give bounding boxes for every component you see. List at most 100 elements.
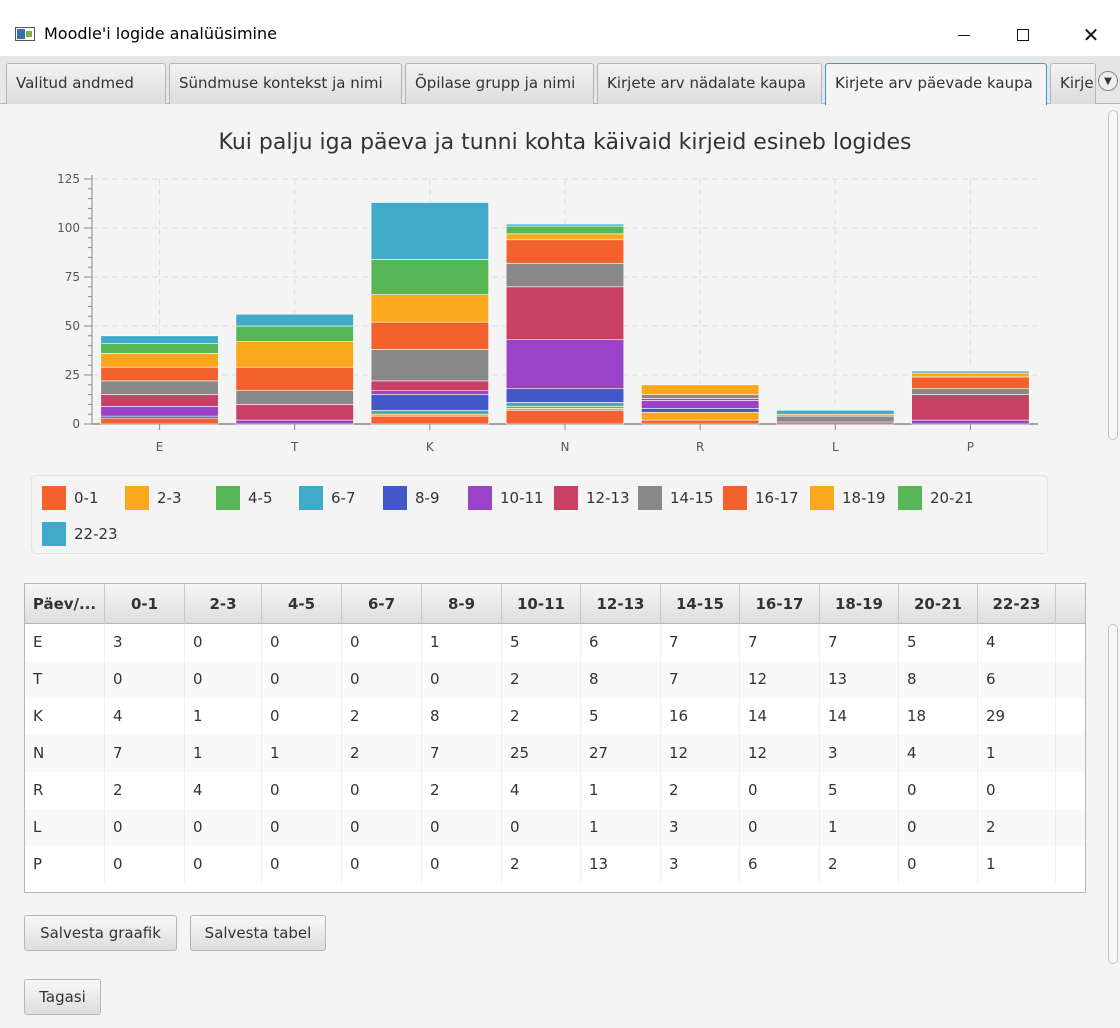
x-tick-label: K — [426, 440, 435, 454]
vertical-scrollbar[interactable] — [1106, 104, 1120, 1028]
column-header[interactable]: Päev/... — [25, 584, 105, 624]
column-header[interactable]: 14-15 — [661, 584, 740, 624]
column-header[interactable]: 18-19 — [820, 584, 899, 624]
tab-overflow-button[interactable]: ▼ — [1098, 71, 1118, 91]
table-cell: 0 — [740, 772, 820, 809]
column-header[interactable]: 20-21 — [899, 584, 978, 624]
scrollbar-thumb-lower[interactable] — [1108, 624, 1118, 964]
table-row[interactable]: P 0 0 0 0 0 2 13 3 6 2 0 1 — [25, 846, 1085, 883]
window-title: Moodle'i logide analüüsimine — [44, 24, 277, 43]
table-cell: 0 — [185, 809, 262, 846]
bar-segment — [100, 343, 219, 354]
legend-label: 10-11 — [500, 489, 544, 507]
table-row[interactable]: K 4 1 0 2 8 2 5 16 14 14 18 29 — [25, 698, 1085, 735]
legend-swatch — [638, 486, 662, 510]
bar-segment — [641, 408, 760, 413]
bar-segment — [100, 394, 219, 407]
column-header[interactable]: 4-5 — [262, 584, 342, 624]
y-tick-label: 75 — [65, 270, 80, 284]
bar-segment — [911, 372, 1030, 378]
bar-segment — [235, 404, 354, 421]
bar-segment — [370, 409, 489, 415]
table-cell: 2 — [422, 772, 502, 809]
bar-segment — [641, 384, 760, 395]
column-header[interactable]: 8-9 — [422, 584, 502, 624]
bar-segment — [641, 419, 760, 425]
table-cell: 1 — [978, 846, 1056, 883]
x-tick-label: R — [696, 440, 704, 454]
bar-segment — [100, 335, 219, 344]
table-row[interactable]: E300015677754 — [25, 624, 1085, 661]
table-cell: 2 — [342, 735, 422, 772]
x-tick-label: P — [967, 440, 974, 454]
column-header[interactable]: 16-17 — [740, 584, 820, 624]
legend-label: 4-5 — [248, 489, 273, 507]
column-header[interactable]: 10-11 — [502, 584, 581, 624]
back-button[interactable]: Tagasi — [24, 979, 101, 1015]
table-cell: 6 — [740, 846, 820, 883]
y-tick-label: 25 — [65, 368, 80, 382]
legend-swatch — [898, 486, 922, 510]
table-row[interactable]: R240024120500 — [25, 772, 1085, 809]
table-cell: 0 — [262, 772, 342, 809]
tab-syndmuse-kontekst[interactable]: Sündmuse kontekst ja nimi — [169, 63, 402, 104]
table-header: Päev/... 0-1 2-3 4-5 6-7 8-9 10-11 12-13 14-15 16… — [25, 584, 1085, 624]
table-cell: 0 — [105, 661, 185, 698]
bar-segment — [911, 370, 1030, 374]
bar-segment — [235, 341, 354, 368]
table-cell: 12 — [740, 735, 820, 772]
table-cell: 0 — [262, 624, 342, 661]
table-cell: 7 — [820, 624, 899, 661]
column-header[interactable]: 12-13 — [581, 584, 661, 624]
tab-kirje[interactable]: Kirje — [1050, 63, 1096, 104]
table-row[interactable]: T 0 0 0 0 0 2 8 7 12 13 8 6 — [25, 661, 1085, 698]
table-cell: 3 — [661, 846, 740, 883]
minimize-button[interactable] — [941, 18, 987, 52]
table-cell: 7 — [661, 624, 740, 661]
table-cell: 4 — [185, 772, 262, 809]
bar-segment — [370, 294, 489, 323]
table-cell: N — [25, 735, 105, 772]
title-bar: Moodle'i logide analüüsimine ✕ — [0, 0, 1120, 56]
legend-swatch — [299, 486, 323, 510]
maximize-icon — [1017, 29, 1029, 41]
table-row[interactable]: L000000130102 — [25, 809, 1085, 846]
bar-segment — [505, 233, 625, 241]
save-table-button[interactable]: Salvesta tabel — [190, 915, 326, 951]
table-cell: 5 — [502, 624, 581, 661]
table-cell: 1 — [978, 735, 1056, 772]
close-button[interactable]: ✕ — [1068, 18, 1114, 52]
legend-label: 20-21 — [930, 489, 974, 507]
table-cell: 2 — [502, 846, 581, 883]
maximize-button[interactable] — [1000, 18, 1046, 52]
legend-label: 18-19 — [842, 489, 886, 507]
legend-swatch — [468, 486, 492, 510]
save-chart-button[interactable]: Salvesta graafik — [24, 915, 177, 951]
table-cell: 3 — [661, 809, 740, 846]
table-cell: R — [25, 772, 105, 809]
table-cell: 0 — [262, 661, 342, 698]
data-table[interactable]: Päev/... 0-1 2-3 4-5 6-7 8-9 10-11 12-13 14-15 16… — [24, 583, 1086, 893]
legend-swatch — [383, 486, 407, 510]
column-header[interactable]: 6-7 — [342, 584, 422, 624]
x-tick-label: L — [832, 440, 839, 454]
bar-segment — [641, 400, 760, 409]
tab-opilase-grupp[interactable]: Õpilase grupp ja nimi — [405, 63, 594, 104]
tab-kirjete-arv-paevade[interactable]: Kirjete arv päevade kaupa — [825, 63, 1047, 105]
legend-label: 14-15 — [670, 489, 714, 507]
tab-valitud-andmed[interactable]: Valitud andmed — [6, 63, 166, 104]
column-header[interactable]: 2-3 — [185, 584, 262, 624]
table-row[interactable]: N 7 1 1 2 7 25 27 12 12 3 4 1 — [25, 735, 1085, 772]
column-header[interactable]: 0-1 — [105, 584, 185, 624]
table-cell: 2 — [342, 698, 422, 735]
bar-segment — [370, 202, 489, 260]
column-header[interactable]: 22-23 — [978, 584, 1056, 624]
scrollbar-thumb-upper[interactable] — [1108, 110, 1118, 440]
table-cell: 7 — [422, 735, 502, 772]
x-tick-label: E — [156, 440, 164, 454]
legend-item: 12-13 — [554, 486, 630, 510]
table-cell: 0 — [899, 846, 978, 883]
tab-kirjete-arv-nadalate[interactable]: Kirjete arv nädalate kaupa — [597, 63, 822, 104]
table-cell: 7 — [740, 624, 820, 661]
stacked-bar-chart: 0 25 50 75 100 125 E T K N R L P — [57, 172, 1038, 454]
